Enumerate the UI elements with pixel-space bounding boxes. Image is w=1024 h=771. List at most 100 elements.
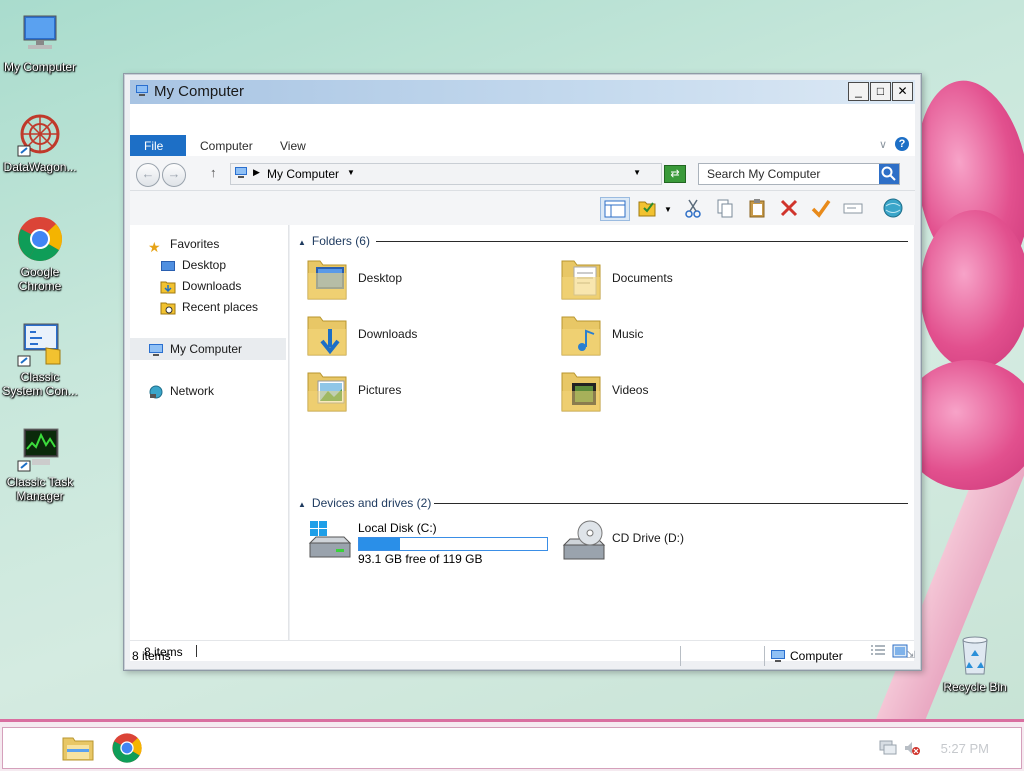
folder-label: Music	[612, 327, 644, 341]
rename-icon[interactable]	[842, 197, 864, 219]
sidebar-item-favorites[interactable]: ★ Favorites	[148, 235, 220, 255]
cut-icon[interactable]	[682, 197, 704, 219]
chrome-taskbar-icon[interactable]	[111, 732, 143, 767]
desktop-icon	[160, 259, 176, 273]
volume-muted-icon[interactable]	[903, 740, 921, 759]
maximize-button[interactable]: □	[870, 82, 891, 101]
file-list: ▲ Folders (6) Desktop Documents Downloads…	[290, 225, 914, 640]
properties-icon[interactable]	[636, 197, 658, 219]
ribbon-expand-chevron-icon[interactable]: ∨	[879, 138, 887, 151]
window-title: My Computer	[154, 83, 245, 100]
control-panel-icon	[16, 320, 64, 368]
music-folder-icon	[560, 311, 602, 359]
minimize-button[interactable]: _	[848, 82, 869, 101]
folders-group-header[interactable]: ▲ Folders (6)	[298, 233, 370, 249]
refresh-icon[interactable]: ⇄	[664, 165, 686, 183]
close-button[interactable]: ✕	[892, 82, 913, 101]
preview-pane-icon[interactable]	[600, 197, 630, 221]
sidebar-item-downloads[interactable]: Downloads	[160, 277, 241, 295]
search-icon[interactable]	[879, 164, 899, 184]
folder-item-downloads[interactable]: Downloads	[306, 311, 506, 361]
address-dropdown-icon[interactable]: ▼	[633, 168, 641, 177]
up-arrow-icon[interactable]: ↑	[210, 165, 217, 180]
desktop-icon-my-computer[interactable]: My Computer	[0, 10, 80, 74]
taskbar: 5:27 PM	[0, 719, 1024, 771]
folder-label: Pictures	[358, 383, 402, 397]
tab-file[interactable]: File	[130, 135, 186, 157]
clock[interactable]: 5:27 PM	[941, 741, 989, 756]
pictures-folder-icon	[306, 367, 348, 415]
sidebar-item-network[interactable]: Network	[148, 382, 214, 400]
tab-view[interactable]: View	[266, 135, 320, 157]
explorer-window: My Computer _ □ ✕ File Computer View ∨ ?…	[123, 73, 922, 671]
group-title: Devices and drives	[311, 496, 414, 510]
computer-icon	[234, 167, 248, 182]
checkmark-icon[interactable]	[810, 197, 832, 219]
ribbon: File Computer View ∨ ?	[130, 104, 915, 157]
help-icon[interactable]: ?	[895, 137, 909, 151]
chrome-icon	[16, 215, 64, 263]
drive-item-cd-drive[interactable]: CD Drive (D:)	[560, 519, 760, 569]
bottom-items-count: 8 items	[132, 649, 171, 663]
desktop-icon-label: My Computer	[3, 60, 77, 74]
folder-item-music[interactable]: Music	[560, 311, 760, 361]
hard-drive-icon	[306, 519, 352, 567]
file-explorer-taskbar-icon[interactable]	[61, 732, 95, 767]
copy-icon[interactable]	[714, 197, 736, 219]
drive-label: Local Disk (C:)	[358, 521, 437, 535]
delete-icon[interactable]	[778, 197, 800, 219]
group-divider	[376, 241, 908, 242]
folder-label: Videos	[612, 383, 649, 397]
desktop-icon-classic-system-control[interactable]: Classic System Con...	[0, 320, 80, 398]
back-button[interactable]: ←	[136, 163, 160, 187]
sidebar-item-recent-places[interactable]: Recent places	[160, 298, 258, 316]
toolbar: ▼	[130, 191, 915, 225]
desktop-icon-datawagon[interactable]: DataWagon...	[0, 110, 80, 174]
network-icon	[148, 385, 164, 399]
folder-label: Desktop	[358, 271, 403, 285]
desktop-folder-icon	[306, 255, 348, 303]
paste-icon[interactable]	[746, 197, 768, 219]
desktop-icon-classic-task-manager[interactable]: Classic Task Manager	[0, 425, 80, 503]
star-icon: ★	[148, 238, 161, 255]
desktop-icon-label: Classic Task Manager	[6, 475, 74, 503]
drive-free-space: 93.1 GB free of 119 GB	[358, 552, 483, 566]
computer-icon	[135, 85, 149, 97]
breadcrumb-chevron-icon[interactable]: ▶	[253, 167, 260, 178]
folder-item-desktop[interactable]: Desktop	[306, 255, 506, 305]
drives-group-header[interactable]: ▲ Devices and drives (2)	[298, 495, 431, 511]
folder-item-videos[interactable]: Videos	[560, 367, 760, 417]
folder-item-pictures[interactable]: Pictures	[306, 367, 506, 417]
tab-computer[interactable]: Computer	[186, 135, 267, 157]
breadcrumb-dropdown-icon[interactable]: ▼	[347, 168, 355, 177]
resize-grip-icon[interactable]: ⇲	[907, 650, 915, 661]
desktop-icon-chrome[interactable]: Google Chrome	[0, 215, 80, 293]
forward-button[interactable]: →	[162, 163, 186, 187]
drive-item-local-disk[interactable]: Local Disk (C:) 93.1 GB free of 119 GB	[306, 519, 556, 569]
breadcrumb[interactable]: My Computer	[267, 167, 339, 181]
folder-item-documents[interactable]: Documents	[560, 255, 760, 305]
downloads-folder-icon	[306, 311, 348, 359]
sidebar-item-desktop[interactable]: Desktop	[160, 256, 226, 274]
folder-label: Documents	[612, 271, 673, 285]
address-bar[interactable]: ▶ My Computer ▼ ▼	[230, 163, 662, 185]
folder-label: Downloads	[358, 327, 418, 341]
network-globe-icon[interactable]	[882, 197, 904, 219]
computer-icon	[16, 10, 64, 58]
title-bar[interactable]: My Computer _ □ ✕	[130, 80, 915, 104]
collapse-icon[interactable]: ▲	[298, 238, 306, 247]
sidebar-item-label: Downloads	[182, 279, 242, 293]
downloads-icon	[160, 280, 176, 294]
search-input[interactable]: Search My Computer	[698, 163, 900, 185]
group-divider	[434, 503, 908, 504]
properties-dropdown-icon[interactable]: ▼	[664, 205, 672, 214]
group-title: Folders	[311, 234, 352, 248]
desktop-icon-recycle-bin[interactable]: Recycle Bin	[935, 630, 1015, 694]
sidebar-item-my-computer[interactable]: My Computer	[148, 340, 242, 358]
sidebar-item-label: Favorites	[170, 237, 220, 251]
search-placeholder: Search My Computer	[707, 167, 821, 181]
status-divider	[764, 646, 765, 666]
network-tray-icon[interactable]	[879, 740, 897, 759]
collapse-icon[interactable]: ▲	[298, 500, 306, 509]
drive-usage-fill	[359, 538, 401, 550]
